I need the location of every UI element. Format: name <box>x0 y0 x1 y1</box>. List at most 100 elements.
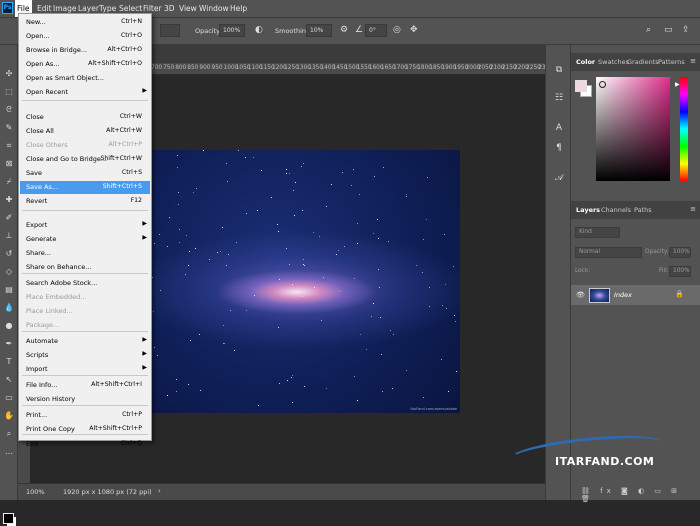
symmetry-icon[interactable]: ✥ <box>410 25 418 35</box>
move-tool-icon[interactable]: ✣ <box>4 69 14 79</box>
color-picker-cursor[interactable] <box>599 81 606 88</box>
menu-item-scripts[interactable]: Scripts ▶ <box>20 349 150 362</box>
hand-tool-icon[interactable]: ✋ <box>4 411 14 421</box>
tab-channels[interactable]: Channels <box>601 206 631 214</box>
menu-item-open[interactable]: Open... Ctrl+O <box>20 30 150 43</box>
menu-help[interactable]: Help <box>228 0 249 17</box>
search-icon[interactable]: ⌕ <box>646 25 651 35</box>
layer-opacity-field[interactable]: 100% <box>669 247 691 258</box>
menu-item-print[interactable]: Print... Ctrl+P <box>20 409 150 422</box>
status-menu-arrow-icon[interactable]: › <box>158 487 161 495</box>
quick-select-tool-icon[interactable]: ✎ <box>4 123 14 133</box>
menu-view[interactable]: View <box>177 0 199 17</box>
star <box>326 206 327 207</box>
menu-item-close[interactable]: Close Ctrl+W <box>20 111 150 124</box>
lock-icon[interactable]: 🔒 <box>675 290 684 298</box>
menu-item-save[interactable]: Save Ctrl+S <box>20 167 150 180</box>
tab-color[interactable]: Color <box>576 58 595 66</box>
paragraph-panel-icon[interactable]: ¶ <box>553 143 565 155</box>
share-icon[interactable]: ⇪ <box>682 25 690 35</box>
star <box>378 269 379 270</box>
panel-foreground-swatch[interactable] <box>575 80 587 92</box>
angle-field[interactable]: 0° <box>365 24 387 37</box>
hue-slider-arrow-icon[interactable]: ▶ <box>675 81 680 88</box>
galaxy-image[interactable]: ItarFand.com/aseen/adobe <box>152 150 460 413</box>
eyedropper-tool-icon[interactable]: ⌿ <box>4 177 14 187</box>
menu-item-search-adobe-stock[interactable]: Search Adobe Stock... <box>20 277 150 290</box>
menu-window[interactable]: Window <box>197 0 231 17</box>
menu-item-label: Open Recent <box>26 88 68 96</box>
menu-item-browse-in-bridge[interactable]: Browse in Bridge... Alt+Ctrl+O <box>20 44 150 57</box>
tab-patterns[interactable]: Patterns <box>658 58 685 66</box>
type-tool-icon[interactable]: T <box>4 357 14 367</box>
smoothing-field[interactable]: 10% <box>306 24 332 37</box>
crop-tool-icon[interactable]: ⌗ <box>4 141 14 151</box>
rectangle-tool-icon[interactable]: ▭ <box>4 393 14 403</box>
fill-field[interactable]: 100% <box>669 266 691 277</box>
blur-tool-icon[interactable]: 💧 <box>4 303 14 313</box>
layer-row[interactable]: 👁 Index 🔒 <box>571 285 700 305</box>
tab-paths[interactable]: Paths <box>634 206 652 214</box>
lasso-tool-icon[interactable]: ᘓ <box>4 105 14 115</box>
menu-item-generate[interactable]: Generate ▶ <box>20 233 150 246</box>
blend-mode-select[interactable]: Normal <box>575 247 642 258</box>
menu-item-automate[interactable]: Automate ▶ <box>20 335 150 348</box>
layer-name[interactable]: Index <box>614 291 632 299</box>
glyphs-panel-icon[interactable]: 𝒜 <box>553 173 565 185</box>
adjustments-panel-icon[interactable]: ☷ <box>553 93 565 105</box>
layer-actions-icons[interactable]: ⛓ fx ◙ ◐ ▭ ⊞ 🗑 <box>581 487 700 503</box>
visibility-eye-icon[interactable]: 👁 <box>576 291 585 299</box>
brush-mode-field[interactable] <box>160 24 180 37</box>
pen-tool-icon[interactable]: ✒ <box>4 339 14 349</box>
panel-menu-icon[interactable]: ≡ <box>690 57 696 65</box>
frame-tool-icon[interactable]: ⊠ <box>4 159 14 169</box>
opacity-field[interactable]: 100% <box>219 24 245 37</box>
menu-item-exit[interactable]: Exit Ctrl+Q <box>20 438 150 451</box>
workspace-icon[interactable]: ▭ <box>664 25 673 35</box>
path-select-tool-icon[interactable]: ↖ <box>4 375 14 385</box>
menu-item-close-and-go-to-bridge[interactable]: Close and Go to Bridge... Shift+Ctrl+W <box>20 153 150 166</box>
menu-item-open-as[interactable]: Open As... Alt+Shift+Ctrl+O <box>20 58 150 71</box>
pressure-size-icon[interactable]: ◎ <box>393 25 401 35</box>
gradient-tool-icon[interactable]: ▤ <box>4 285 14 295</box>
healing-brush-tool-icon[interactable]: ✚ <box>4 195 14 205</box>
menu-3d[interactable]: 3D <box>162 0 177 17</box>
menu-item-file-info[interactable]: File Info... Alt+Shift+Ctrl+I <box>20 379 150 392</box>
marquee-tool-icon[interactable]: ⬚ <box>4 87 14 97</box>
tab-swatches[interactable]: Swatches <box>598 58 629 66</box>
menu-item-revert[interactable]: Revert F12 <box>20 195 150 208</box>
menu-item-export[interactable]: Export ▶ <box>20 219 150 232</box>
history-brush-tool-icon[interactable]: ↺ <box>4 249 14 259</box>
dodge-tool-icon[interactable]: ● <box>4 321 14 331</box>
menu-item-share[interactable]: Share... <box>20 247 150 260</box>
watermark-text: ITARFAND.COM <box>555 455 655 468</box>
history-panel-icon[interactable]: ⧉ <box>553 65 565 77</box>
hue-slider[interactable] <box>680 77 688 181</box>
layers-menu-icon[interactable]: ≡ <box>690 205 696 213</box>
character-panel-icon[interactable]: A <box>553 123 565 135</box>
star <box>342 172 343 173</box>
foreground-color-swatch[interactable] <box>3 513 14 524</box>
menu-item-open-recent[interactable]: Open Recent ▶ <box>20 86 150 99</box>
pressure-opacity-icon[interactable]: ◐ <box>255 25 263 35</box>
menu-item-close-all[interactable]: Close All Alt+Ctrl+W <box>20 125 150 138</box>
tab-gradients[interactable]: Gradients <box>627 58 659 66</box>
gear-icon[interactable]: ⚙ <box>340 25 348 35</box>
more-tools-icon[interactable]: … <box>4 447 14 457</box>
brush-tool-icon[interactable]: ✐ <box>4 213 14 223</box>
submenu-arrow-icon: ▶ <box>142 87 147 94</box>
tab-layers[interactable]: Layers <box>576 206 600 214</box>
image-signature: ItarFand.com/aseen/adobe <box>410 407 457 411</box>
zoom-level[interactable]: 100% <box>26 488 45 496</box>
star <box>200 390 201 391</box>
clone-stamp-tool-icon[interactable]: ⊥ <box>4 231 14 241</box>
star <box>222 227 223 228</box>
menu-item-save-as[interactable]: Save As... Shift+Ctrl+S <box>20 181 150 194</box>
eraser-tool-icon[interactable]: ◇ <box>4 267 14 277</box>
color-picker-field[interactable] <box>596 77 670 181</box>
menu-item-new[interactable]: New... Ctrl+N <box>20 16 150 29</box>
layer-filter-kind[interactable]: Kind <box>575 227 620 238</box>
zoom-tool-icon[interactable]: ⌕ <box>4 429 14 439</box>
menu-separator <box>22 405 148 406</box>
menu-item-open-as-smart-object[interactable]: Open as Smart Object... <box>20 72 150 85</box>
